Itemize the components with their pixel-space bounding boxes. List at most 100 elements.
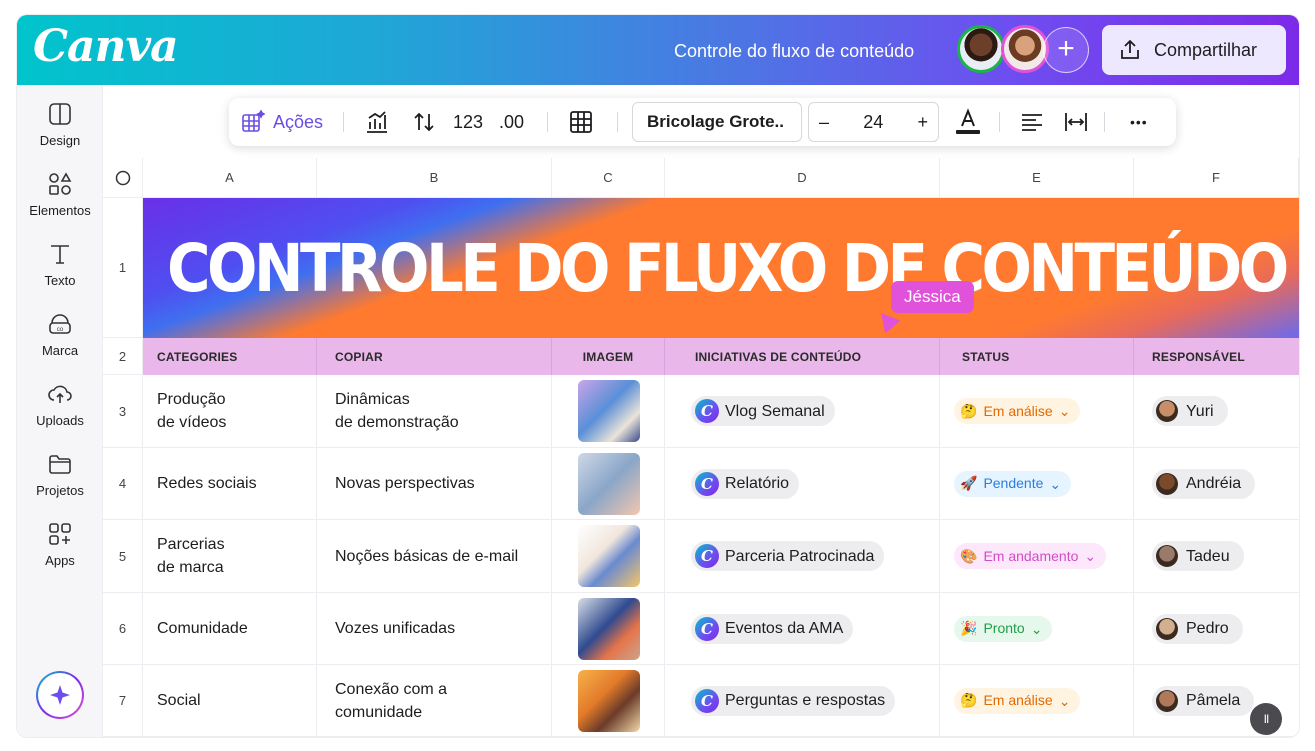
initiative-cell[interactable]: C Eventos da AMA [665, 593, 940, 665]
owner-cell[interactable]: Andréia [1134, 448, 1299, 520]
copy-cell[interactable]: Conexão com a comunidade [317, 665, 552, 737]
column-header[interactable]: C [552, 158, 665, 198]
row-header[interactable]: 3 [103, 375, 143, 448]
sidebar-item-projects[interactable]: Projetos [17, 451, 103, 498]
column-header[interactable]: B [317, 158, 552, 198]
chart-button[interactable] [364, 98, 390, 146]
image-cell[interactable] [552, 375, 665, 448]
owner-chip[interactable]: Pâmela [1152, 685, 1255, 716]
align-button[interactable] [1019, 98, 1045, 146]
decimal-format-button[interactable]: .00 [499, 98, 524, 146]
copy-cell[interactable]: Dinâmicas de demonstração [317, 375, 552, 448]
copy-cell[interactable]: Vozes unificadas [317, 593, 552, 665]
increase-font-size-button[interactable]: + [917, 112, 928, 133]
status-cell[interactable]: 🎉 Pronto ⌄ [940, 593, 1134, 665]
content-thumbnail[interactable] [578, 669, 640, 732]
category-cell[interactable]: Social [143, 665, 317, 737]
status-dropdown[interactable]: 🤔 Em análise ⌄ [954, 398, 1081, 424]
collaborator-avatar[interactable] [957, 25, 1005, 73]
content-thumbnail[interactable] [578, 597, 640, 660]
column-header[interactable]: A [143, 158, 317, 198]
initiative-cell[interactable]: C Parceria Patrocinada [665, 520, 940, 593]
sort-button[interactable] [411, 98, 437, 146]
add-collaborator-button[interactable]: + [1043, 27, 1089, 73]
category-cell[interactable]: Comunidade [143, 593, 317, 665]
copy-cell[interactable]: Noções básicas de e-mail [317, 520, 552, 593]
owner-cell[interactable]: Pedro [1134, 593, 1299, 665]
copy-cell[interactable]: Novas perspectivas [317, 448, 552, 520]
initiative-chip[interactable]: C Relatório [691, 468, 800, 499]
status-dropdown[interactable]: 🎨 Em andamento ⌄ [954, 543, 1107, 569]
owner-chip[interactable]: Tadeu [1152, 541, 1244, 571]
header-cell[interactable]: STATUS [940, 338, 1134, 375]
canva-logo[interactable]: Canva [33, 21, 179, 72]
row-header[interactable]: 7 [103, 665, 143, 737]
content-thumbnail[interactable] [578, 525, 640, 587]
column-header[interactable]: F [1134, 158, 1299, 198]
status-cell[interactable]: 🤔 Em análise ⌄ [940, 665, 1134, 737]
row-header[interactable]: 6 [103, 593, 143, 665]
table-borders-button[interactable] [569, 98, 593, 146]
font-family-select[interactable]: Bricolage Grote.. [632, 102, 802, 142]
category-cell[interactable]: Redes sociais [143, 448, 317, 520]
image-cell[interactable] [552, 520, 665, 593]
image-cell[interactable] [552, 665, 665, 737]
initiative-chip[interactable]: C Eventos da AMA [691, 613, 854, 644]
header-cell[interactable]: IMAGEM [552, 338, 665, 375]
initiative-cell[interactable]: C Perguntas e respostas [665, 665, 940, 737]
magic-assistant-button[interactable] [36, 671, 84, 719]
header-cell[interactable]: COPIAR [317, 338, 552, 375]
sidebar-item-text[interactable]: Texto [17, 241, 103, 288]
image-cell[interactable] [552, 593, 665, 665]
initiative-chip[interactable]: C Parceria Patrocinada [691, 541, 885, 571]
font-size-input[interactable]: 24 [863, 112, 883, 133]
image-cell[interactable] [552, 448, 665, 520]
more-options-button[interactable]: ••• [1130, 98, 1148, 146]
row-header[interactable]: 1 [103, 198, 143, 338]
title-banner[interactable]: CONTROLE DO FLUXO DE CONTEÚDO Jéssica [143, 198, 1299, 338]
spacing-button[interactable] [1063, 98, 1089, 146]
sidebar-item-brand[interactable]: co Marca [17, 311, 103, 358]
owner-chip[interactable]: Yuri [1152, 396, 1228, 426]
sidebar-item-elements[interactable]: Elementos [17, 171, 103, 218]
status-cell[interactable]: 🚀 Pendente ⌄ [940, 448, 1134, 520]
owner-chip[interactable]: Andréia [1152, 468, 1256, 499]
row-header[interactable]: 4 [103, 448, 143, 520]
number-format-button[interactable]: 123 [453, 98, 483, 146]
collaborator-avatar[interactable] [1001, 25, 1049, 73]
status-dropdown[interactable]: 🎉 Pronto ⌄ [954, 615, 1053, 642]
sidebar-item-design[interactable]: Design [17, 101, 103, 148]
status-cell[interactable]: 🎨 Em andamento ⌄ [940, 520, 1134, 593]
text-color-button[interactable] [953, 98, 983, 146]
initiative-cell[interactable]: C Vlog Semanal [665, 375, 940, 448]
banner-title[interactable]: CONTROLE DO FLUXO DE CONTEÚDO [167, 230, 1289, 307]
actions-button[interactable]: Ações [241, 98, 323, 146]
header-cell[interactable]: RESPONSÁVEL [1134, 338, 1299, 375]
owner-chip[interactable]: Pedro [1152, 613, 1243, 644]
sidebar-item-apps[interactable]: Apps [17, 521, 103, 568]
column-header[interactable]: D [665, 158, 940, 198]
category-cell[interactable]: Produção de vídeos [143, 375, 317, 448]
owner-cell[interactable]: Tadeu [1134, 520, 1299, 593]
status-cell[interactable]: 🤔 Em análise ⌄ [940, 375, 1134, 448]
initiative-chip[interactable]: C Vlog Semanal [691, 396, 835, 426]
share-button[interactable]: Compartilhar [1102, 25, 1286, 75]
decrease-font-size-button[interactable]: – [819, 112, 829, 133]
status-dropdown[interactable]: 🚀 Pendente ⌄ [954, 470, 1072, 497]
owner-cell[interactable]: Yuri [1134, 375, 1299, 448]
header-cell[interactable]: CATEGORIES [143, 338, 317, 375]
document-title[interactable]: Controle do fluxo de conteúdo [674, 41, 914, 62]
column-header[interactable]: E [940, 158, 1134, 198]
header-cell[interactable]: INICIATIVAS DE CONTEÚDO [665, 338, 940, 375]
content-thumbnail[interactable] [578, 452, 640, 515]
initiative-chip[interactable]: C Perguntas e respostas [691, 685, 896, 716]
pause-button[interactable]: II [1250, 703, 1282, 735]
row-header[interactable]: 5 [103, 520, 143, 593]
initiative-cell[interactable]: C Relatório [665, 448, 940, 520]
status-dropdown[interactable]: 🤔 Em análise ⌄ [954, 687, 1081, 714]
category-cell[interactable]: Parcerias de marca [143, 520, 317, 593]
select-all-corner[interactable] [103, 158, 143, 198]
content-thumbnail[interactable] [578, 380, 640, 442]
sidebar-item-uploads[interactable]: Uploads [17, 381, 103, 428]
row-header[interactable]: 2 [103, 338, 143, 375]
